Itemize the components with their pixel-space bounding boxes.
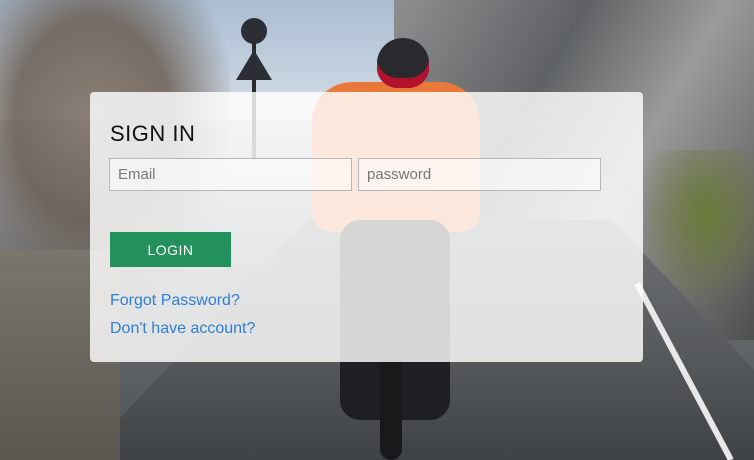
register-link[interactable]: Don't have account? — [110, 320, 255, 338]
signin-card: SIGN IN LOGIN Forgot Password? Don't hav… — [90, 92, 643, 362]
road-sign-triangle-icon — [236, 50, 272, 80]
forgot-password-link[interactable]: Forgot Password? — [110, 292, 240, 310]
login-button[interactable]: LOGIN — [110, 232, 231, 267]
road-sign-circle-icon — [241, 18, 267, 44]
password-input[interactable] — [358, 158, 601, 191]
signin-title: SIGN IN — [110, 121, 196, 146]
email-input[interactable] — [109, 158, 352, 191]
cyclist-helmet — [377, 38, 429, 88]
